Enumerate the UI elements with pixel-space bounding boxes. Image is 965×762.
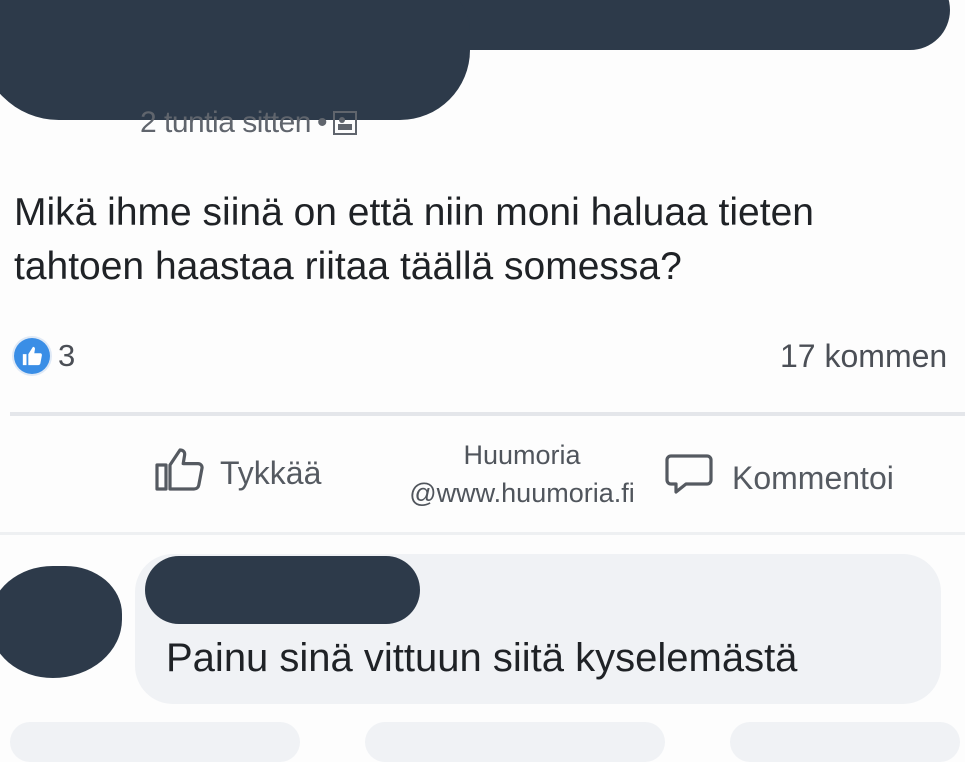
reply-chip[interactable] [365, 722, 665, 762]
reply-chip[interactable] [730, 722, 960, 762]
redacted-header-avatar [0, 0, 470, 120]
reaction-count: 3 [58, 338, 76, 373]
meta-separator: • [316, 106, 328, 139]
reply-chip[interactable] [10, 722, 300, 762]
redacted-commenter-avatar [0, 566, 122, 678]
speech-bubble-icon [664, 452, 714, 504]
like-button-label: Tykkää [220, 454, 322, 491]
watermark: Huumoria @www.huumoria.fi [372, 436, 672, 512]
post-timestamp[interactable]: 2 tuntia sitten [140, 106, 311, 139]
watermark-line2: @www.huumoria.fi [409, 478, 635, 508]
comment-button[interactable]: Kommentoi [664, 452, 894, 504]
divider [10, 412, 965, 416]
redacted-commenter-name [145, 556, 420, 624]
comment-text: Painu sinä vittuun siitä kyselemästä [166, 636, 798, 680]
watermark-line1: Huumoria [463, 440, 581, 470]
divider [0, 532, 965, 535]
friends-group-icon[interactable] [332, 111, 357, 135]
like-button[interactable]: Tykkää [154, 446, 321, 500]
post-meta: 2 tuntia sitten • [140, 106, 357, 140]
like-icon [14, 338, 50, 374]
thumbs-up-icon [154, 446, 206, 500]
reaction-summary[interactable]: 3 [14, 338, 75, 374]
post-body: Mikä ihme siinä on että niin moni haluaa… [14, 191, 814, 288]
comment-button-label: Kommentoi [732, 459, 894, 496]
comment-count[interactable]: 17 kommen [780, 338, 947, 375]
